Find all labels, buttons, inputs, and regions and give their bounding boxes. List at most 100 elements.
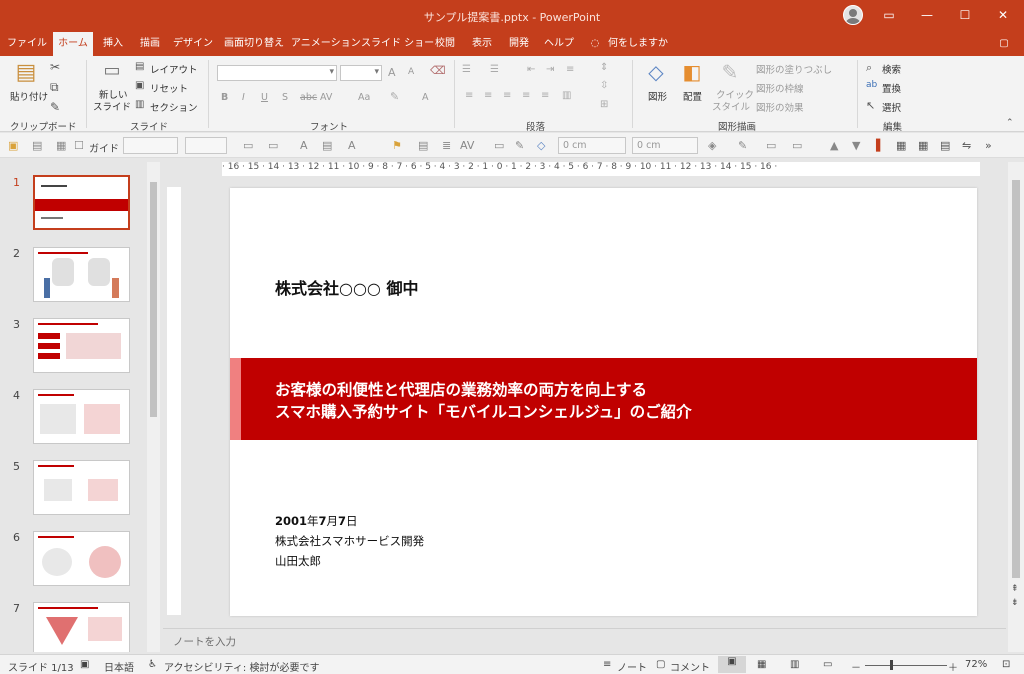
maximize-icon[interactable]: ☐ xyxy=(946,0,984,30)
qat-tool-icon[interactable]: ▼ xyxy=(852,139,860,152)
bold-button[interactable]: B xyxy=(221,92,228,103)
font-grow-button[interactable]: A xyxy=(388,66,396,79)
qat-tool-icon[interactable]: ⇋ xyxy=(962,139,971,152)
shape-fill-button[interactable]: 図形の塗りつぶし xyxy=(756,62,832,76)
tab-view[interactable]: 表示 xyxy=(465,32,499,56)
numbering-icon[interactable]: ☰ xyxy=(490,64,499,75)
qat-tool-icon[interactable]: ▭ xyxy=(494,139,504,152)
slide-thumbnail-5[interactable] xyxy=(33,460,130,515)
tab-slideshow[interactable]: スライド ショー xyxy=(361,32,434,56)
clear-format-icon[interactable]: ⌫ xyxy=(430,64,446,77)
tab-home[interactable]: ホーム xyxy=(53,32,93,56)
notes-pane[interactable]: ノートを入力 xyxy=(163,628,1006,652)
qat-combo-2[interactable] xyxy=(185,137,227,154)
quick-style-icon[interactable]: ✎ xyxy=(718,60,742,84)
columns-icon[interactable]: ▥ xyxy=(562,90,571,101)
reading-view-icon[interactable]: ▥ xyxy=(790,659,799,670)
slide-thumbnail-1[interactable] xyxy=(33,175,130,230)
paste-label[interactable]: 貼り付け xyxy=(10,89,48,103)
qat-tool-icon[interactable]: ▤ xyxy=(322,139,332,152)
qat-tool-icon[interactable]: ▌ xyxy=(876,139,884,152)
replace-button[interactable]: 置換 xyxy=(882,81,901,95)
slide-sorter-icon[interactable]: ▦ xyxy=(757,659,766,670)
accessibility-status[interactable]: アクセシビリティ: 検討が必要です xyxy=(164,659,319,674)
qat-tool-icon[interactable]: ▦ xyxy=(918,139,928,152)
ribbon-display-icon[interactable]: ▭ xyxy=(870,0,908,30)
char-spacing-button[interactable]: AV xyxy=(320,92,332,103)
quick-style-label-2[interactable]: スタイル xyxy=(712,99,750,113)
font-family-select[interactable] xyxy=(217,65,337,81)
change-case-button[interactable]: Aa xyxy=(358,92,370,103)
tab-animations[interactable]: アニメーション xyxy=(291,32,361,56)
format-painter-icon[interactable]: ✎ xyxy=(50,100,60,114)
distribute-icon[interactable]: ≡ xyxy=(541,90,549,101)
notes-toggle[interactable]: ノート xyxy=(617,659,647,674)
prev-slide-icon[interactable]: ⇞ xyxy=(1011,584,1019,594)
slide-thumbnail-2[interactable] xyxy=(33,247,130,302)
qat-more-icon[interactable]: » xyxy=(985,139,992,152)
shapes-icon[interactable]: ◇ xyxy=(644,60,668,84)
comments-toggle[interactable]: コメント xyxy=(670,659,710,674)
minimize-icon[interactable]: — xyxy=(908,0,946,30)
thumbnail-scroll-thumb[interactable] xyxy=(150,182,157,417)
tab-review[interactable]: 校閲 xyxy=(428,32,462,56)
shape-outline-button[interactable]: 図形の枠線 xyxy=(756,81,804,95)
find-button[interactable]: 検索 xyxy=(882,62,901,76)
text-direction-icon[interactable]: ⇕ xyxy=(600,62,608,73)
guide-checkbox[interactable]: ☐ xyxy=(74,139,84,152)
next-slide-icon[interactable]: ⇟ xyxy=(1011,598,1019,608)
shape-width-field[interactable]: 0 cm xyxy=(632,137,698,154)
normal-view-icon[interactable]: ▣ xyxy=(718,656,746,673)
paste-icon[interactable]: ▤ xyxy=(14,60,38,88)
notes-placeholder[interactable]: ノートを入力 xyxy=(173,634,236,649)
qat-tool-icon[interactable]: ▭ xyxy=(792,139,802,152)
tab-insert[interactable]: 挿入 xyxy=(96,32,130,56)
font-color-button[interactable]: A xyxy=(422,92,429,103)
align-center-icon[interactable]: ≡ xyxy=(484,90,492,101)
align-text-icon[interactable]: ⇳ xyxy=(600,80,608,91)
tab-help[interactable]: ヘルプ xyxy=(538,32,580,56)
increase-indent-icon[interactable]: ⇥ xyxy=(546,64,554,75)
slide-thumbnail-6[interactable] xyxy=(33,531,130,586)
slide-thumbnail-7[interactable] xyxy=(33,602,130,652)
strikethrough-button[interactable]: abc xyxy=(300,92,317,103)
zoom-in-button[interactable]: ＋ xyxy=(948,659,958,674)
addressee-text[interactable]: 株式会社○○○ 御中 xyxy=(275,275,418,299)
qat-combo-1[interactable] xyxy=(123,137,178,154)
reset-button[interactable]: リセット xyxy=(150,81,188,95)
comments-icon[interactable]: ▢ xyxy=(994,32,1014,56)
align-left-icon[interactable]: ≡ xyxy=(465,90,473,101)
thumbnail-scrollbar[interactable] xyxy=(147,162,160,652)
new-slide-icon[interactable]: ▭ xyxy=(100,60,124,82)
qat-tool-icon[interactable]: ◈ xyxy=(708,139,716,152)
slide-thumbnail-4[interactable] xyxy=(33,389,130,444)
qat-tool-icon[interactable]: ▲ xyxy=(830,139,838,152)
bullets-icon[interactable]: ☰ xyxy=(462,64,471,75)
slideshow-icon[interactable]: ▭ xyxy=(823,659,832,670)
arrange-icon[interactable]: ◧ xyxy=(680,60,704,84)
layout-button[interactable]: レイアウト xyxy=(150,62,198,76)
slide-thumbnail-3[interactable] xyxy=(33,318,130,373)
decrease-indent-icon[interactable]: ⇤ xyxy=(527,64,535,75)
arrange-label[interactable]: 配置 xyxy=(683,89,702,103)
slide-scrollbar[interactable]: ⇞ ⇟ xyxy=(1008,162,1024,652)
font-shrink-button[interactable]: A xyxy=(408,67,414,77)
qat-tool-icon[interactable]: AV xyxy=(460,139,474,152)
underline-button[interactable]: U xyxy=(261,92,268,103)
close-icon[interactable]: ✕ xyxy=(984,0,1022,30)
qat-tool-icon[interactable]: A xyxy=(348,139,356,152)
tab-file[interactable]: ファイル xyxy=(4,32,50,56)
presenter-info[interactable]: 2001年7月7日 株式会社スマホサービス開発 山田太郎 xyxy=(275,511,424,571)
tab-design[interactable]: デザイン xyxy=(170,32,216,56)
qat-tool-icon[interactable]: ▤ xyxy=(940,139,950,152)
open-icon[interactable]: ▣ xyxy=(8,139,18,152)
language-indicator[interactable]: 日本語 xyxy=(104,659,134,674)
tab-developer[interactable]: 開発 xyxy=(502,32,536,56)
select-button[interactable]: 選択 xyxy=(882,100,901,114)
tab-transitions[interactable]: 画面切り替え xyxy=(219,32,289,56)
font-size-select[interactable] xyxy=(340,65,382,81)
slide-canvas[interactable]: 株式会社○○○ 御中 お客様の利便性と代理店の業務効率の両方を向上する スマホ購… xyxy=(230,188,977,616)
gridlines-icon[interactable]: ▤ xyxy=(32,139,42,152)
italic-button[interactable]: I xyxy=(242,92,245,103)
cut-icon[interactable]: ✂ xyxy=(50,60,60,74)
